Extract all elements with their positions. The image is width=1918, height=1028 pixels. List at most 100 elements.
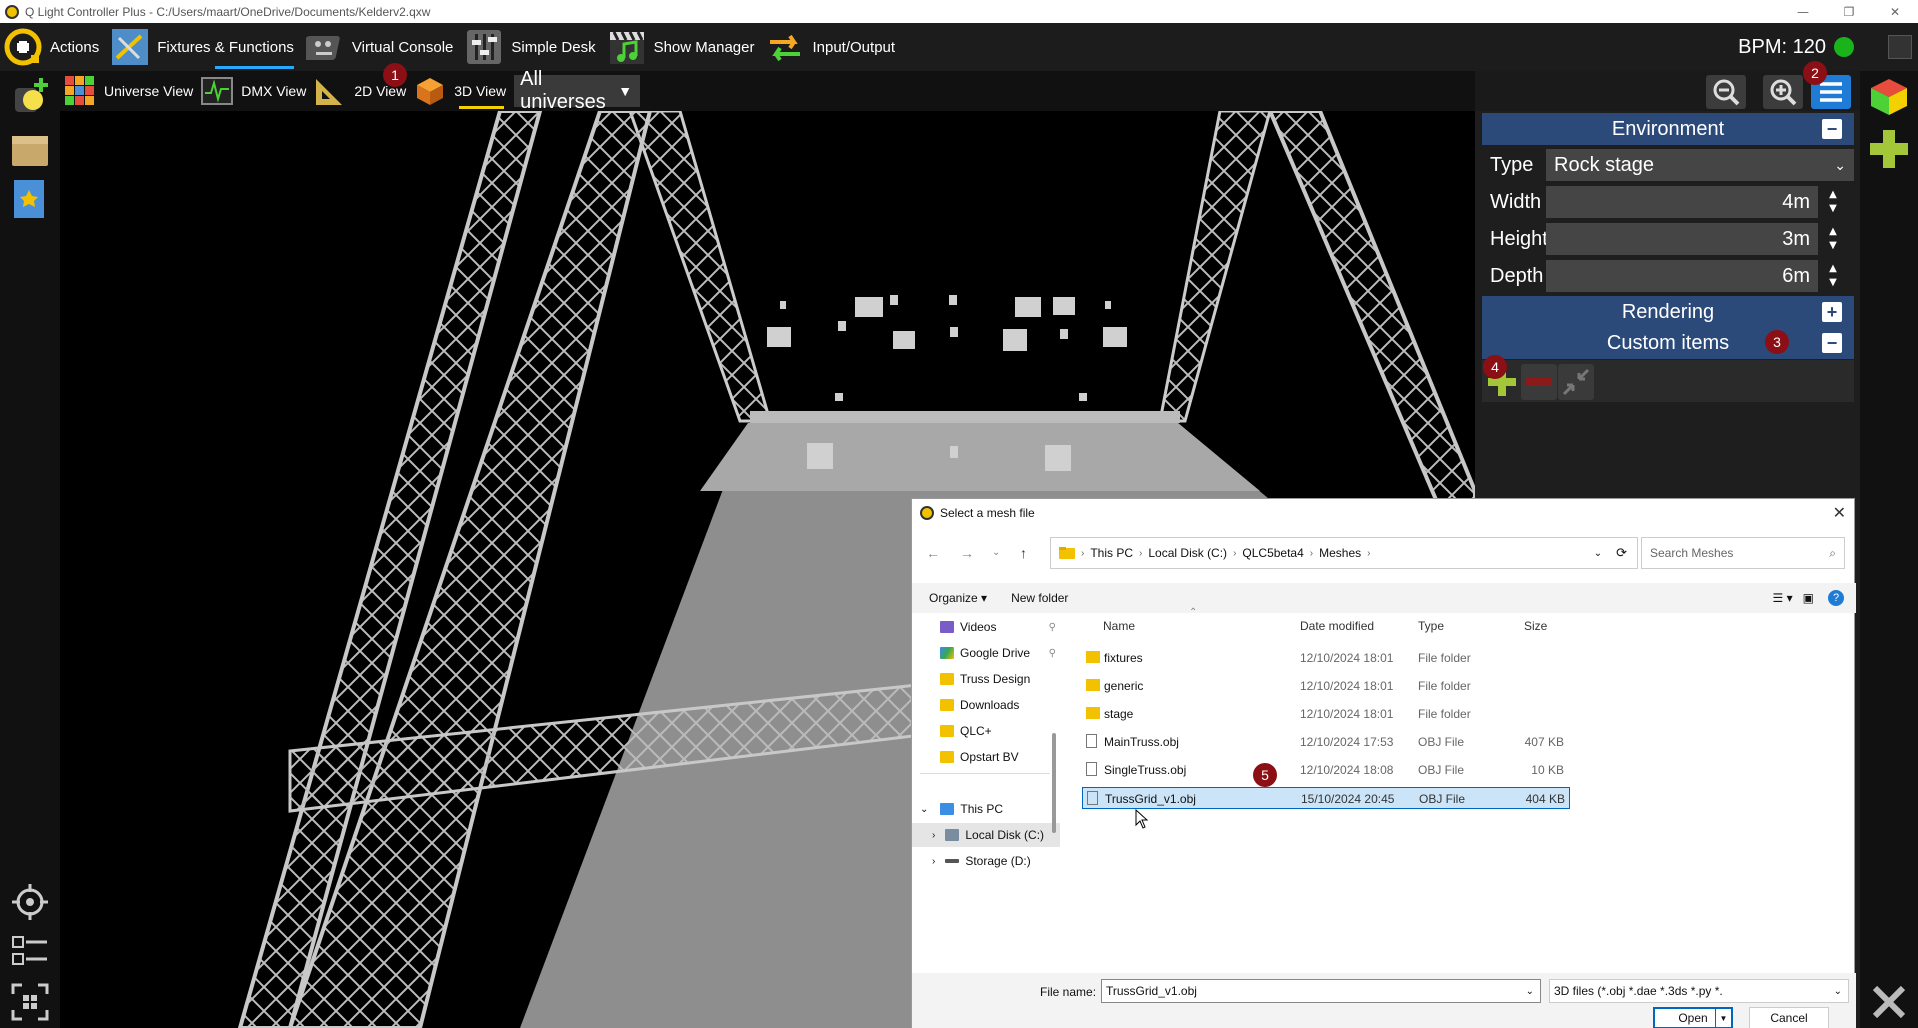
up-arrow-icon[interactable]: ▲: [1829, 188, 1837, 202]
zoom-in-button[interactable]: [1763, 75, 1803, 109]
help-icon[interactable]: ?: [1828, 590, 1844, 606]
breadcrumb-item[interactable]: This PC: [1090, 546, 1133, 560]
collapse-items-button[interactable]: [1558, 364, 1594, 400]
back-arrow-icon[interactable]: ←: [926, 545, 940, 561]
list-item[interactable]: fixtures 12/10/2024 18:01 File folder: [1082, 647, 1570, 669]
view-menu-icon[interactable]: ☰ ▾: [1773, 591, 1793, 605]
nav-local-disk[interactable]: › Local Disk (C:): [912, 823, 1060, 847]
down-arrow-icon[interactable]: ▼: [1829, 276, 1837, 290]
minimize-icon[interactable]: —: [1780, 0, 1826, 23]
remove-custom-item-button[interactable]: [1521, 364, 1557, 400]
stop-icon[interactable]: [1888, 35, 1912, 59]
cancel-button[interactable]: Cancel: [1749, 1007, 1829, 1028]
forward-arrow-icon[interactable]: →: [960, 545, 974, 561]
chevron-down-icon[interactable]: ⌄: [1594, 548, 1602, 559]
breadcrumb-item[interactable]: Meshes: [1319, 546, 1361, 560]
arrows-io-icon: [770, 34, 801, 62]
close-icon[interactable]: ✕: [1833, 503, 1846, 523]
height-stepper[interactable]: ▲ ▼: [1818, 223, 1848, 255]
expand-icon[interactable]: +: [1822, 302, 1842, 322]
height-field[interactable]: 3m: [1546, 223, 1818, 255]
close-icon[interactable]: ✕: [1872, 0, 1918, 23]
add-fixture-button[interactable]: [8, 75, 52, 119]
custom-items-header[interactable]: Custom items −: [1482, 327, 1854, 359]
nav-truss-design[interactable]: Truss Design: [912, 667, 1060, 691]
nav-label: Truss Design: [960, 672, 1031, 686]
width-field[interactable]: 4m: [1546, 186, 1818, 218]
list-item[interactable]: stage 12/10/2024 18:01 File folder: [1082, 703, 1570, 725]
tab-fixtures-functions[interactable]: Fixtures & Functions: [107, 23, 302, 71]
tab-universe-view[interactable]: Universe View: [64, 71, 193, 111]
checklist-button[interactable]: [8, 930, 52, 974]
chevron-down-icon[interactable]: ⌄: [992, 547, 1000, 558]
delete-button[interactable]: [1867, 980, 1911, 1024]
maximize-icon[interactable]: ❐: [1826, 0, 1872, 23]
list-item[interactable]: generic 12/10/2024 18:01 File folder: [1082, 675, 1570, 697]
depth-stepper[interactable]: ▲ ▼: [1818, 260, 1848, 292]
universe-select[interactable]: All universes ▼: [514, 68, 641, 113]
window-titlebar: Q Light Controller Plus - C:/Users/maart…: [0, 0, 1918, 23]
depth-field[interactable]: 6m: [1546, 260, 1818, 292]
nav-downloads[interactable]: Downloads: [912, 693, 1060, 717]
up-arrow-icon[interactable]: ↑: [1020, 545, 1027, 561]
fixtures-icon: [112, 29, 149, 65]
tab-virtual-console[interactable]: Virtual Console: [302, 23, 461, 71]
palette-button[interactable]: [1867, 75, 1911, 119]
crosshair-icon: [12, 884, 48, 920]
rendering-header[interactable]: Rendering +: [1482, 296, 1854, 328]
organize-button[interactable]: Organize ▾: [929, 591, 987, 605]
tab-input-output[interactable]: Input/Output: [762, 23, 903, 71]
zoom-out-button[interactable]: [1706, 75, 1746, 109]
tab-actions[interactable]: Actions: [0, 23, 107, 71]
list-item-selected[interactable]: TrussGrid_v1.obj 15/10/2024 20:45 OBJ Fi…: [1082, 787, 1570, 809]
bpm-indicator[interactable]: BPM: 120: [1738, 23, 1854, 71]
down-arrow-icon[interactable]: ▼: [1829, 202, 1837, 216]
file-name-input[interactable]: TrussGrid_v1.obj ⌄: [1101, 979, 1541, 1003]
file-type-select[interactable]: 3D files (*.obj *.dae *.3ds *.py *. ⌄: [1549, 979, 1849, 1003]
down-arrow-icon[interactable]: ▼: [1829, 239, 1837, 253]
column-type[interactable]: Type: [1418, 619, 1444, 633]
chevron-down-icon[interactable]: ⌄: [1526, 986, 1534, 997]
preview-pane-icon[interactable]: ▣: [1803, 591, 1814, 605]
up-arrow-icon[interactable]: ▲: [1829, 225, 1837, 239]
new-folder-button[interactable]: New folder: [1011, 591, 1068, 605]
column-size[interactable]: Size: [1524, 619, 1547, 633]
breadcrumb-item[interactable]: QLC5beta4: [1242, 546, 1303, 560]
list-item[interactable]: MainTruss.obj 12/10/2024 17:53 OBJ File …: [1082, 731, 1570, 753]
collapse-icon[interactable]: −: [1822, 333, 1842, 353]
search-input[interactable]: Search Meshes ⌕: [1641, 537, 1845, 569]
nav-qlc[interactable]: QLC+: [912, 719, 1060, 743]
tab-label: Simple Desk: [511, 38, 596, 56]
tab-show-manager[interactable]: Show Manager: [604, 23, 763, 71]
chevron-down-icon[interactable]: ⌄: [920, 804, 928, 815]
collapse-icon[interactable]: −: [1822, 119, 1842, 139]
column-name[interactable]: Name: [1103, 619, 1135, 633]
list-item[interactable]: SingleTruss.obj 12/10/2024 18:08 OBJ Fil…: [1082, 759, 1570, 781]
stage-type-select[interactable]: Rock stage ⌄: [1546, 149, 1854, 181]
environment-header[interactable]: Environment −: [1482, 113, 1854, 145]
add-item-button[interactable]: [1867, 127, 1911, 171]
chevron-right-icon[interactable]: ›: [932, 830, 935, 841]
refresh-icon[interactable]: ⟳: [1616, 545, 1627, 561]
breadcrumb-item[interactable]: Local Disk (C:): [1148, 546, 1227, 560]
scrollbar-thumb[interactable]: [1052, 733, 1056, 833]
function-box-button[interactable]: [8, 127, 52, 171]
position-tool-button[interactable]: [8, 880, 52, 924]
up-arrow-icon[interactable]: ▲: [1829, 262, 1837, 276]
bookmark-button[interactable]: [8, 177, 52, 221]
tab-simple-desk[interactable]: Simple Desk: [461, 23, 603, 71]
dropdown-arrow-icon[interactable]: ▼: [1715, 1009, 1731, 1027]
tab-3d-view[interactable]: 3D View: [414, 71, 506, 111]
width-stepper[interactable]: ▲ ▼: [1818, 186, 1848, 218]
tab-dmx-view[interactable]: DMX View: [201, 71, 306, 111]
nav-this-pc[interactable]: ⌄ This PC: [912, 797, 1060, 821]
nav-videos[interactable]: Videos ⚲: [912, 615, 1060, 639]
column-date-modified[interactable]: Date modified: [1300, 619, 1374, 633]
breadcrumb[interactable]: › This PC › Local Disk (C:) › QLC5beta4 …: [1050, 537, 1638, 569]
open-button[interactable]: Open ▼: [1653, 1007, 1733, 1028]
grid-select-button[interactable]: [8, 980, 52, 1024]
nav-google-drive[interactable]: Google Drive ⚲: [912, 641, 1060, 665]
chevron-right-icon[interactable]: ›: [932, 856, 935, 867]
nav-opstart-bv[interactable]: Opstart BV: [912, 745, 1060, 769]
nav-storage[interactable]: › Storage (D:): [912, 849, 1060, 873]
